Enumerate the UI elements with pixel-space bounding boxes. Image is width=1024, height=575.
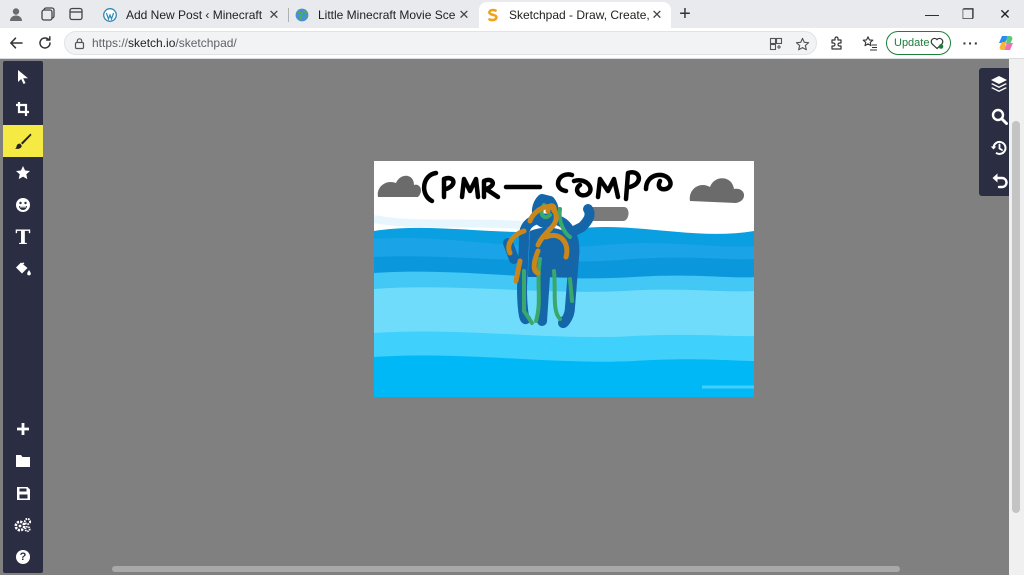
new-button[interactable] bbox=[3, 413, 43, 445]
minimize-button[interactable]: — bbox=[913, 0, 951, 28]
extensions-button[interactable] bbox=[825, 32, 849, 54]
left-toolbar: T ? bbox=[3, 61, 43, 573]
app-available-icon[interactable] bbox=[767, 35, 785, 53]
horizontal-scrollbar-thumb[interactable] bbox=[112, 566, 900, 572]
emoji-tool[interactable] bbox=[3, 189, 43, 221]
crop-tool[interactable] bbox=[3, 93, 43, 125]
back-button[interactable] bbox=[4, 32, 28, 54]
folder-icon bbox=[16, 455, 30, 467]
open-button[interactable] bbox=[3, 445, 43, 477]
tab-title: Sketchpad - Draw, Create, Share! bbox=[509, 8, 649, 22]
browser-toolbar: https://sketch.io/sketchpad/ Update ··· bbox=[0, 28, 1024, 59]
tab-minecraft-blog[interactable]: Add New Post ‹ Minecraft Blog — ✕ bbox=[96, 2, 288, 28]
sketchpad-icon bbox=[485, 7, 501, 23]
close-tab-icon[interactable]: ✕ bbox=[266, 7, 282, 23]
refresh-icon bbox=[39, 36, 51, 49]
address-bar[interactable]: https://sketch.io/sketchpad/ bbox=[64, 31, 817, 55]
close-tab-icon[interactable]: ✕ bbox=[649, 7, 665, 23]
site-info-icon[interactable] bbox=[71, 35, 87, 51]
wordpress-icon bbox=[102, 7, 118, 23]
close-tab-icon[interactable]: ✕ bbox=[456, 7, 472, 23]
globe-icon bbox=[294, 7, 310, 23]
url-host: sketch.io bbox=[128, 36, 176, 50]
undo-icon bbox=[992, 173, 1008, 188]
browser-tab-strip: Add New Post ‹ Minecraft Blog — ✕ Little… bbox=[0, 0, 1024, 28]
brush-tool[interactable] bbox=[3, 125, 43, 157]
gears-icon bbox=[14, 517, 32, 533]
new-tab-button[interactable]: + bbox=[674, 3, 696, 25]
close-window-button[interactable]: ✕ bbox=[986, 0, 1024, 28]
help-icon: ? bbox=[16, 550, 30, 564]
favorites-button[interactable] bbox=[858, 32, 882, 54]
paint-bucket-icon bbox=[15, 262, 31, 276]
save-button[interactable] bbox=[3, 477, 43, 509]
brush-icon bbox=[15, 133, 32, 149]
cursor-icon bbox=[18, 70, 28, 84]
copilot-button[interactable] bbox=[994, 32, 1018, 54]
sketch-artwork bbox=[374, 161, 754, 397]
workspaces-icon[interactable] bbox=[37, 4, 59, 24]
update-label: Update bbox=[894, 37, 930, 49]
url-path: /sketchpad/ bbox=[175, 36, 237, 50]
text-tool[interactable]: T bbox=[3, 221, 43, 253]
drawing-canvas[interactable] bbox=[374, 161, 754, 397]
sketchpad-workspace[interactable]: T ? bbox=[0, 59, 1024, 575]
copilot-icon bbox=[999, 36, 1013, 50]
crop-icon bbox=[16, 102, 29, 116]
url-scheme: https:// bbox=[92, 36, 129, 50]
help-button[interactable]: ? bbox=[3, 541, 43, 573]
browser-essentials-icon bbox=[930, 37, 944, 50]
vertical-scrollbar-thumb[interactable] bbox=[1012, 121, 1020, 513]
fill-tool[interactable] bbox=[3, 253, 43, 285]
star-icon bbox=[16, 166, 30, 180]
update-button[interactable]: Update bbox=[886, 31, 951, 55]
tab-movie-scene-script[interactable]: Little Minecraft Movie Scene Scrip ✕ bbox=[288, 2, 478, 28]
layers-icon bbox=[991, 76, 1007, 92]
more-options-button[interactable]: ··· bbox=[959, 32, 983, 54]
plus-icon bbox=[17, 423, 29, 435]
puzzle-icon bbox=[831, 36, 842, 50]
favorites-list-icon bbox=[862, 36, 877, 51]
vertical-tabs-icon[interactable] bbox=[65, 4, 87, 24]
tab-title: Little Minecraft Movie Scene Scrip bbox=[318, 8, 456, 22]
back-arrow-icon bbox=[10, 37, 23, 49]
refresh-button[interactable] bbox=[33, 32, 57, 54]
magnifier-icon bbox=[991, 108, 1008, 125]
stamp-tool[interactable] bbox=[3, 157, 43, 189]
profile-icon[interactable] bbox=[5, 4, 27, 24]
restore-button[interactable]: ❐ bbox=[949, 0, 987, 28]
settings-button[interactable] bbox=[3, 509, 43, 541]
history-icon bbox=[990, 140, 1007, 155]
floppy-disk-icon bbox=[16, 486, 30, 500]
tab-title: Add New Post ‹ Minecraft Blog — bbox=[126, 8, 266, 22]
url-text[interactable]: https://sketch.io/sketchpad/ bbox=[92, 36, 237, 50]
select-tool[interactable] bbox=[3, 61, 43, 93]
emoji-icon bbox=[16, 198, 30, 212]
favorite-star-icon[interactable] bbox=[793, 35, 811, 53]
tab-sketchpad[interactable]: Sketchpad - Draw, Create, Share! ✕ bbox=[479, 2, 671, 28]
